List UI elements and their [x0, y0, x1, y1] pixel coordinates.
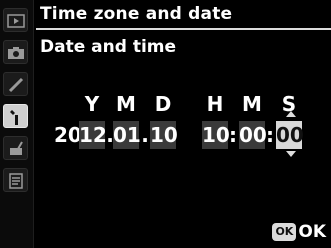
month-label: M [116, 92, 136, 116]
decrement-arrow-icon[interactable] [286, 151, 296, 157]
playback-menu-tab[interactable] [3, 8, 28, 32]
setup-menu-tab[interactable] [3, 104, 28, 128]
playback-icon [7, 14, 25, 28]
second-field[interactable]: 00 [276, 121, 304, 149]
ok-button[interactable]: OK OK [272, 222, 326, 242]
recent-settings-icon [9, 173, 23, 189]
recent-settings-tab[interactable] [3, 168, 28, 192]
date-separator: . [141, 123, 149, 147]
minute-label: M [242, 92, 262, 116]
custom-settings-tab[interactable] [3, 72, 28, 96]
title-divider [36, 28, 331, 30]
day-label: D [154, 92, 172, 116]
ok-label: OK [298, 222, 326, 242]
page-subtitle: Date and time [40, 37, 177, 57]
ok-button-icon: OK [272, 223, 297, 241]
menu-title: Time zone and date [40, 4, 233, 24]
month-field[interactable]: 01 [113, 121, 141, 149]
hour-field[interactable]: 10 [202, 121, 230, 149]
hour-label: H [206, 92, 224, 116]
year-prefix: 20 [54, 123, 82, 147]
shooting-menu-tab[interactable] [3, 40, 28, 64]
menu-tab-rail [0, 0, 34, 248]
minute-field[interactable]: 00 [239, 121, 267, 149]
time-separator: : [229, 123, 237, 147]
retouch-menu-tab[interactable] [3, 136, 28, 160]
pencil-icon [8, 77, 24, 93]
time-separator: : [266, 123, 274, 147]
camera-icon [8, 47, 24, 59]
wrench-icon [10, 110, 18, 125]
day-field[interactable]: 10 [150, 121, 178, 149]
increment-arrow-icon[interactable] [286, 111, 296, 117]
year-label: Y [84, 92, 100, 116]
retouch-brush-icon [10, 141, 23, 155]
year-field[interactable]: 12 [79, 121, 107, 149]
